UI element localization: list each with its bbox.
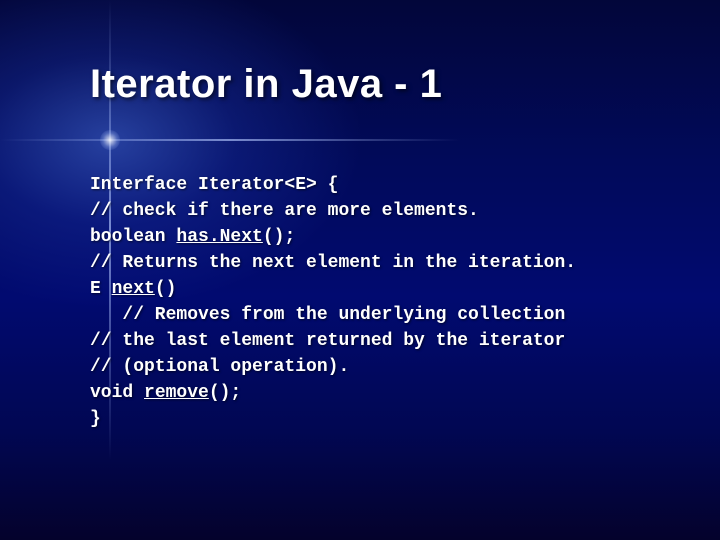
code-line-8b: remove: [144, 383, 209, 403]
code-line-4b: next: [112, 279, 155, 299]
code-line-4c: (): [155, 279, 177, 299]
slide: Iterator in Java - 1 Interface Iterator<…: [0, 0, 720, 540]
code-line-8a: void: [90, 383, 144, 403]
flare-core: [100, 130, 120, 150]
code-line-0: Interface Iterator<E> {: [90, 175, 338, 195]
code-line-1: // check if there are more elements.: [90, 201, 479, 221]
code-line-2a: boolean: [90, 227, 176, 247]
code-line-6: // the last element returned by the iter…: [90, 331, 565, 351]
code-line-4a: E: [90, 279, 112, 299]
code-line-5: // Removes from the underlying collectio…: [90, 305, 565, 325]
code-line-9: }: [90, 409, 101, 429]
code-line-2b: has.Next: [176, 227, 262, 247]
code-line-8c: ();: [209, 383, 241, 403]
flare-horizontal: [0, 139, 460, 141]
code-line-3: // Returns the next element in the itera…: [90, 253, 576, 273]
code-line-2c: ();: [263, 227, 295, 247]
slide-title: Iterator in Java - 1: [90, 62, 442, 107]
code-block: Interface Iterator<E> { // check if ther…: [90, 172, 660, 432]
code-line-7: // (optional operation).: [90, 357, 349, 377]
